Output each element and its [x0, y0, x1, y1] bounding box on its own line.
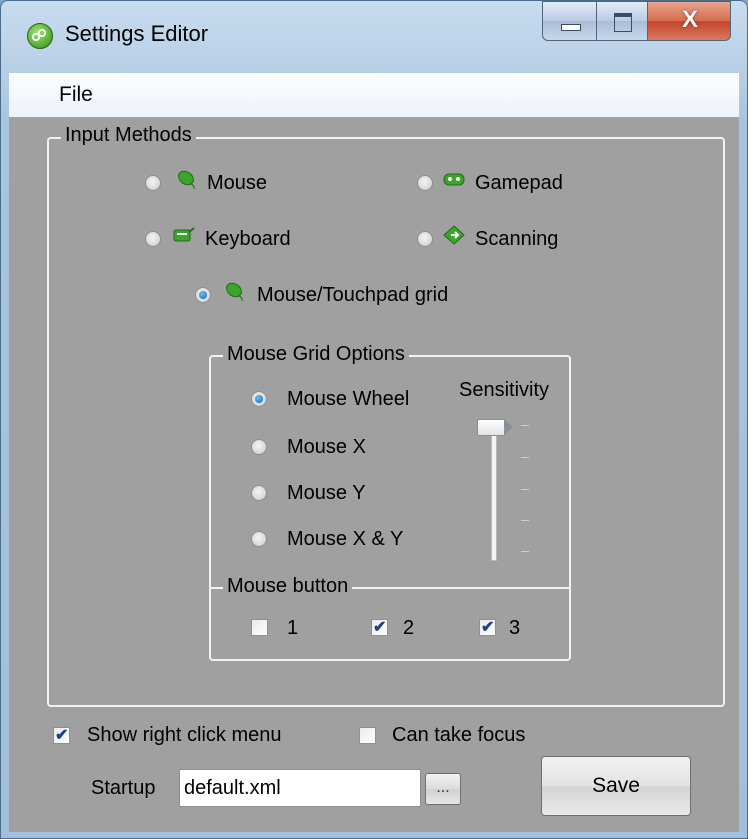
settings-editor-window: Settings Editor X File Input Methods Mou… [0, 0, 748, 839]
mouse-grid-options-legend: Mouse Grid Options [223, 343, 409, 366]
keyboard-icon [173, 227, 195, 242]
menu-file[interactable]: File [55, 81, 97, 109]
save-button[interactable]: Save [541, 756, 691, 816]
radio-gamepad[interactable] [417, 175, 433, 191]
radio-scanning[interactable] [417, 231, 433, 247]
show-right-click-menu-checkbox[interactable]: ✔ [53, 727, 70, 744]
radio-mouse-y[interactable] [251, 485, 267, 501]
slider-tick [521, 489, 529, 490]
radio-mouse-wheel[interactable] [251, 391, 267, 407]
show-right-click-menu-label: Show right click menu [87, 724, 282, 746]
mouse-button-legend: Mouse button [223, 575, 353, 598]
app-icon [27, 23, 53, 49]
slider-track[interactable] [491, 423, 497, 561]
label-mouse-y: Mouse Y [287, 482, 366, 504]
close-icon: X [681, 6, 698, 33]
client-area: Input Methods Mouse Gamepad Keyboard Sca… [9, 117, 739, 832]
gamepad-icon [443, 173, 465, 186]
check-icon: ✔ [481, 619, 495, 636]
mouse-button-3-label: 3 [509, 617, 521, 639]
label-scanning: Scanning [475, 228, 559, 250]
mouse-icon [178, 170, 195, 189]
maximize-icon [614, 13, 632, 32]
slider-tick [521, 425, 529, 426]
title-bar[interactable]: Settings Editor X [1, 1, 747, 73]
close-button[interactable]: X [647, 1, 731, 41]
slider-tick [521, 551, 529, 552]
can-take-focus-checkbox[interactable] [359, 727, 376, 744]
label-keyboard: Keyboard [205, 228, 291, 250]
input-methods-legend: Input Methods [61, 124, 196, 147]
mouse-button-1-label: 1 [287, 617, 299, 639]
can-take-focus-label: Can take focus [392, 724, 526, 746]
radio-keyboard[interactable] [145, 231, 161, 247]
radio-mouse-x-and-y[interactable] [251, 531, 267, 547]
label-mouse: Mouse [207, 172, 268, 194]
startup-file-input[interactable] [179, 769, 421, 807]
mouse-button-1-checkbox[interactable] [251, 619, 268, 636]
slider-thumb[interactable] [477, 419, 513, 436]
check-icon: ✔ [55, 727, 69, 744]
touchpad-grid-icon [226, 282, 243, 301]
slider-tick [521, 457, 529, 458]
menu-bar: File [9, 73, 739, 118]
mouse-button-2-checkbox[interactable]: ✔ [371, 619, 388, 636]
scanning-icon [443, 225, 465, 245]
slider-tick [521, 520, 529, 521]
maximize-button[interactable] [596, 1, 648, 41]
radio-mouse[interactable] [145, 175, 161, 191]
sensitivity-label: Sensitivity [459, 379, 550, 401]
minimize-icon [561, 24, 581, 31]
browse-button[interactable]: ... [425, 773, 461, 805]
mouse-button-2-label: 2 [403, 617, 415, 639]
label-mouse-x: Mouse X [287, 436, 366, 458]
startup-label: Startup [91, 777, 156, 799]
minimize-button[interactable] [542, 1, 597, 41]
check-icon: ✔ [373, 619, 387, 636]
label-mouse-x-and-y: Mouse X & Y [287, 528, 404, 550]
label-mouse-touchpad-grid: Mouse/Touchpad grid [257, 284, 449, 306]
radio-mouse-touchpad-grid[interactable] [195, 287, 211, 303]
label-mouse-wheel: Mouse Wheel [287, 388, 410, 410]
window-title: Settings Editor [65, 21, 209, 46]
mouse-button-3-checkbox[interactable]: ✔ [479, 619, 496, 636]
radio-mouse-x[interactable] [251, 439, 267, 455]
label-gamepad: Gamepad [475, 172, 563, 194]
